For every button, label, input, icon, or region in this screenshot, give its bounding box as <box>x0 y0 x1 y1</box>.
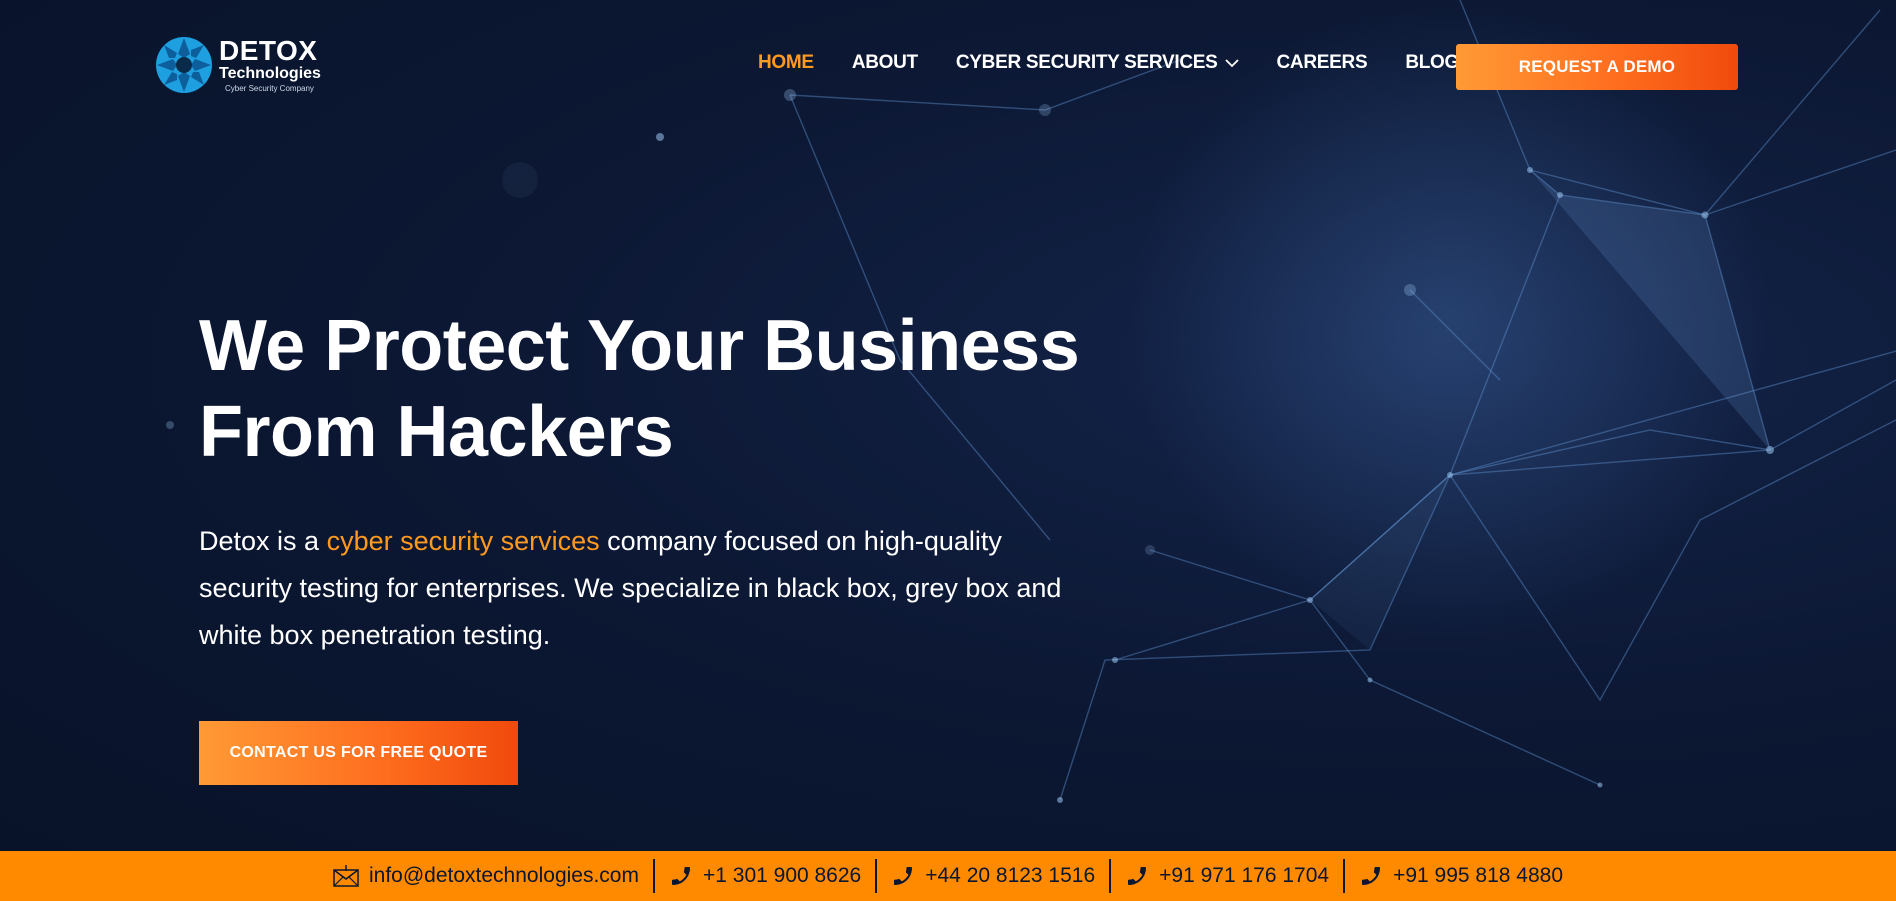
contact-phone: +91 995 818 4880 <box>1393 864 1563 887</box>
nav-item-home[interactable]: HOME <box>758 52 814 74</box>
contact-phone: +1 301 900 8626 <box>702 864 862 887</box>
contact-phone-link[interactable]: +44 20 8123 1516 <box>891 864 1095 888</box>
phone-icon <box>894 867 913 885</box>
hero-title: We Protect Your Business From Hackers <box>199 303 1099 475</box>
nav-item-cyber-security-services[interactable]: CYBER SECURITY SERVICES <box>956 52 1239 74</box>
contact-email-link[interactable]: info@detoxtechnologies.com <box>333 864 639 888</box>
nav-item-label: CYBER SECURITY SERVICES <box>955 52 1218 73</box>
contact-bar: info@detoxtechnologies.com +1 301 900 86… <box>0 851 1896 901</box>
contact-phone-link[interactable]: +1 301 900 8626 <box>669 864 861 888</box>
divider <box>1109 859 1112 893</box>
nav-item-careers[interactable]: CAREERS <box>1277 52 1368 74</box>
hero-title-line: We Protect Your Business <box>199 306 1080 386</box>
hero-description: Detox is a cyber security services compa… <box>199 518 1099 659</box>
logo-emblem-icon <box>156 37 212 93</box>
main-nav: HOME ABOUT CYBER SECURITY SERVICES CAREE… <box>758 52 1459 74</box>
phone-icon <box>1128 867 1147 885</box>
contact-phone: +91 971 176 1704 <box>1159 864 1330 887</box>
logo-tagline: Cyber Security Company <box>225 84 314 93</box>
site-header: DETOX Technologies Cyber Security Compan… <box>0 0 1896 135</box>
request-demo-button[interactable]: REQUEST A DEMO <box>1456 44 1738 90</box>
hero-title-line: From Hackers <box>199 392 674 472</box>
hero-desc-text: Detox is a <box>199 526 327 556</box>
contact-free-quote-button[interactable]: CONTACT US FOR FREE QUOTE <box>199 721 518 785</box>
chevron-down-icon <box>1224 58 1239 67</box>
contact-email: info@detoxtechnologies.com <box>369 864 639 887</box>
logo-subtitle: Technologies <box>219 65 321 82</box>
nav-item-blog[interactable]: BLOG <box>1405 52 1459 74</box>
contact-phone-link[interactable]: +91 971 176 1704 <box>1125 864 1329 888</box>
hero-desc-highlight-link[interactable]: cyber security services <box>327 526 600 556</box>
divider <box>875 859 878 893</box>
phone-icon <box>1362 867 1381 885</box>
nav-item-about[interactable]: ABOUT <box>852 52 918 74</box>
brand-logo[interactable]: DETOX Technologies Cyber Security Compan… <box>155 34 321 96</box>
envelope-icon <box>333 865 359 887</box>
contact-phone: +44 20 8123 1516 <box>925 864 1096 887</box>
divider <box>1343 859 1346 893</box>
phone-icon <box>671 867 690 885</box>
divider <box>652 859 655 893</box>
contact-phone-link[interactable]: +91 995 818 4880 <box>1359 864 1563 888</box>
logo-title: DETOX <box>219 35 318 66</box>
